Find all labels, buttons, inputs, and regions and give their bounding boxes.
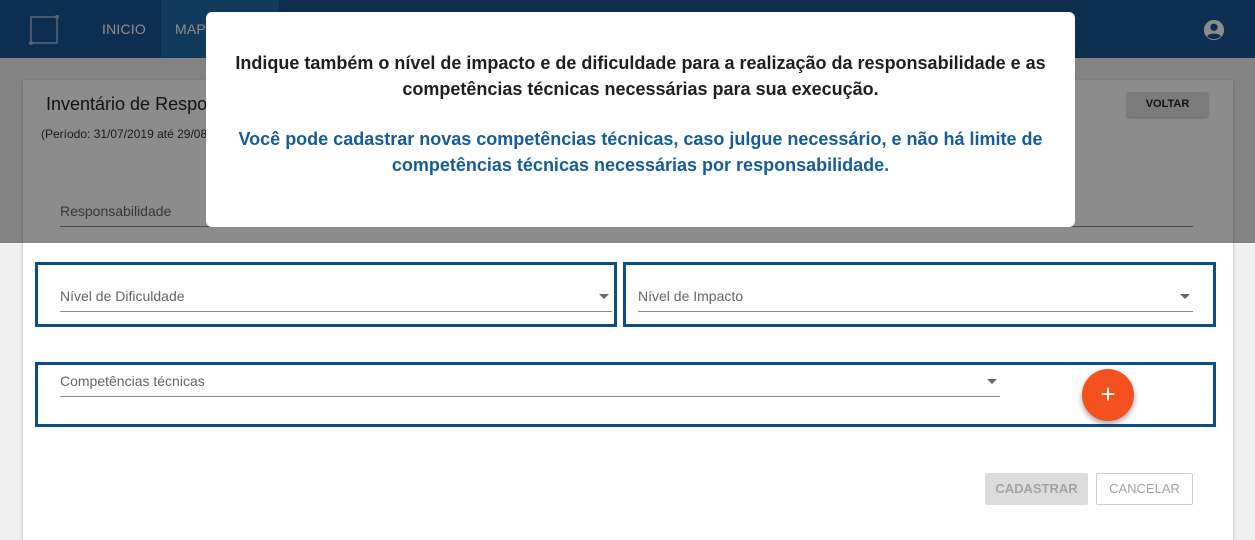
dificuldade-select[interactable]: Nível de Dificuldade	[60, 278, 612, 312]
competencias-label: Competências técnicas	[60, 373, 205, 389]
popup-main-text: Indique também o nível de impacto e de d…	[235, 53, 1046, 99]
add-competencia-button[interactable]: +	[1082, 369, 1134, 421]
tour-popup: Indique também o nível de impacto e de d…	[206, 12, 1075, 227]
cancelar-button[interactable]: CANCELAR	[1096, 473, 1193, 505]
caret-down-icon[interactable]	[1180, 294, 1190, 299]
impacto-select[interactable]: Nível de Impacto	[638, 278, 1193, 312]
cadastrar-button[interactable]: CADASTRAR	[985, 473, 1088, 505]
popup-sub-text: Você pode cadastrar novas competências t…	[238, 129, 1043, 175]
caret-down-icon[interactable]	[987, 379, 997, 384]
caret-down-icon[interactable]	[599, 294, 609, 299]
dificuldade-label: Nível de Dificuldade	[60, 288, 185, 304]
impacto-label: Nível de Impacto	[638, 288, 744, 304]
competencias-select[interactable]: Competências técnicas	[60, 363, 1000, 397]
